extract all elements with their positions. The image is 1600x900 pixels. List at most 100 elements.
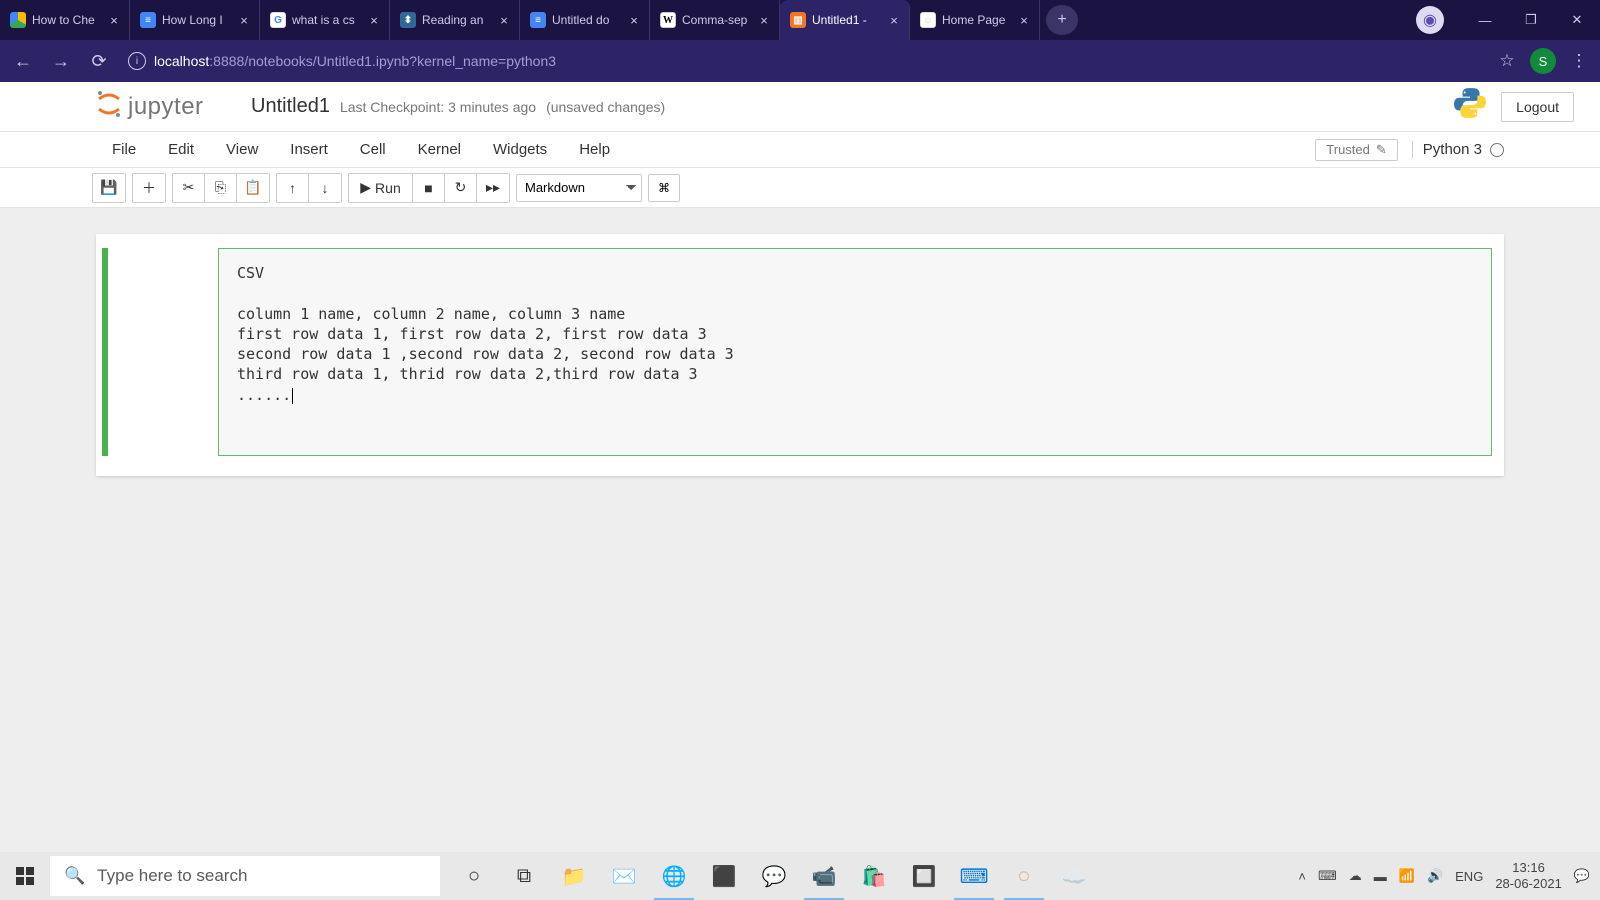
wifi-icon[interactable]: 📶 bbox=[1399, 868, 1415, 884]
jupyter-app-icon[interactable]: ◌ bbox=[1000, 852, 1048, 900]
back-button[interactable]: ← bbox=[6, 44, 40, 78]
close-icon[interactable]: × bbox=[497, 13, 511, 27]
tab-docs-1[interactable]: ≡ How Long I × bbox=[130, 0, 260, 40]
whatsapp-icon[interactable]: 💬 bbox=[750, 852, 798, 900]
tray-chevron-icon[interactable]: ˄ bbox=[1298, 869, 1306, 884]
save-button[interactable]: 💾 bbox=[93, 174, 125, 202]
tab-label: Untitled1 - bbox=[812, 13, 881, 27]
bookmark-star-icon[interactable]: ☆ bbox=[1492, 46, 1522, 76]
kernel-indicator[interactable]: Python 3 bbox=[1412, 141, 1504, 158]
taskbar-search[interactable]: 🔍 Type here to search bbox=[50, 856, 440, 896]
interrupt-button[interactable]: ■ bbox=[413, 174, 445, 202]
tab-jupyter-notebook[interactable]: ▥ Untitled1 - × bbox=[780, 0, 910, 40]
forward-button[interactable]: → bbox=[44, 44, 78, 78]
cortana-icon[interactable]: ○ bbox=[450, 852, 498, 900]
start-button[interactable] bbox=[0, 852, 50, 900]
weather-icon[interactable]: ☁️ bbox=[1050, 852, 1098, 900]
task-view-icon[interactable]: ⧉ bbox=[500, 852, 548, 900]
tab-jupyter-home[interactable]: ◌ Home Page × bbox=[910, 0, 1040, 40]
python-logo-icon bbox=[1453, 86, 1487, 127]
volume-icon[interactable]: 🔊 bbox=[1427, 868, 1443, 884]
system-tray: ˄ ⌨ ☁ ▬ 📶 🔊 ENG 13:16 28-06-2021 💬 bbox=[1298, 860, 1600, 891]
cell-editor[interactable]: CSV column 1 name, column 2 name, column… bbox=[218, 248, 1492, 456]
maximize-button[interactable]: ❐ bbox=[1508, 0, 1554, 40]
close-icon[interactable]: × bbox=[367, 13, 381, 27]
browser-menu-icon[interactable]: ⋮ bbox=[1564, 46, 1594, 76]
menu-file[interactable]: File bbox=[96, 132, 152, 168]
tab-label: Reading an bbox=[422, 13, 491, 27]
vscode-icon[interactable]: ⌨ bbox=[950, 852, 998, 900]
move-up-button[interactable]: ↑ bbox=[277, 174, 309, 202]
notifications-icon[interactable]: 💬 bbox=[1574, 868, 1590, 884]
tab-google[interactable]: G what is a cs × bbox=[260, 0, 390, 40]
jupyter-menubar: File Edit View Insert Cell Kernel Widget… bbox=[0, 132, 1600, 168]
text-cursor bbox=[292, 388, 293, 404]
command-palette-button[interactable]: ⌘ bbox=[648, 174, 680, 202]
site-info-icon[interactable]: i bbox=[128, 52, 146, 70]
checkpoint-text: Last Checkpoint: 3 minutes ago bbox=[340, 99, 536, 115]
run-button[interactable]: ▶ Run bbox=[349, 174, 413, 202]
cell-type-select[interactable]: Markdown bbox=[516, 174, 642, 202]
clock[interactable]: 13:16 28-06-2021 bbox=[1495, 860, 1562, 891]
jupyter-logo[interactable]: jupyter bbox=[96, 89, 204, 125]
menu-view[interactable]: View bbox=[210, 132, 274, 168]
language-indicator[interactable]: ENG bbox=[1455, 869, 1483, 884]
notebook-title[interactable]: Untitled1 bbox=[251, 95, 330, 118]
menu-widgets[interactable]: Widgets bbox=[477, 132, 563, 168]
tab-wikipedia[interactable]: W Comma-sep × bbox=[650, 0, 780, 40]
close-icon[interactable]: × bbox=[757, 13, 771, 27]
copy-button[interactable]: ⎘ bbox=[205, 174, 237, 202]
tab-docs-2[interactable]: ≡ Untitled do × bbox=[520, 0, 650, 40]
new-tab-button[interactable]: + bbox=[1046, 5, 1078, 35]
reload-button[interactable]: ⟳ bbox=[82, 44, 116, 78]
file-explorer-icon[interactable]: 📁 bbox=[550, 852, 598, 900]
menu-cell[interactable]: Cell bbox=[344, 132, 402, 168]
menu-insert[interactable]: Insert bbox=[274, 132, 344, 168]
account-avatar-icon[interactable]: ◉ bbox=[1416, 6, 1444, 34]
jupyter-home-icon: ◌ bbox=[920, 12, 936, 28]
tab-drive[interactable]: How to Che × bbox=[0, 0, 130, 40]
close-icon[interactable]: × bbox=[107, 13, 121, 27]
battery-icon[interactable]: ▬ bbox=[1374, 869, 1387, 884]
zoom-icon[interactable]: 📹 bbox=[800, 852, 848, 900]
onedrive-icon[interactable]: ☁ bbox=[1349, 868, 1362, 884]
close-icon[interactable]: × bbox=[627, 13, 641, 27]
kernel-status-icon bbox=[1490, 143, 1504, 157]
pencil-icon: ✎ bbox=[1376, 142, 1387, 158]
cut-button[interactable]: ✂ bbox=[173, 174, 205, 202]
acrobat-icon[interactable]: ⬛ bbox=[700, 852, 748, 900]
keyboard-icon[interactable]: ⌨ bbox=[1318, 868, 1337, 884]
add-cell-button[interactable]: ＋ bbox=[133, 174, 165, 202]
notebook-area: CSV column 1 name, column 2 name, column… bbox=[0, 208, 1600, 852]
mail-icon[interactable]: ✉️ bbox=[600, 852, 648, 900]
tab-python[interactable]: ⬍ Reading an × bbox=[390, 0, 520, 40]
close-icon[interactable]: × bbox=[237, 13, 251, 27]
search-icon: 🔍 bbox=[64, 866, 85, 886]
trusted-indicator[interactable]: Trusted ✎ bbox=[1315, 139, 1398, 161]
menu-help[interactable]: Help bbox=[563, 132, 626, 168]
clock-date: 28-06-2021 bbox=[1495, 876, 1562, 892]
minimize-button[interactable]: — bbox=[1462, 0, 1508, 40]
notebook-cell[interactable]: CSV column 1 name, column 2 name, column… bbox=[102, 248, 1498, 456]
url-input[interactable]: i localhost:8888/notebooks/Untitled1.ipy… bbox=[120, 46, 1478, 76]
logout-button[interactable]: Logout bbox=[1501, 92, 1574, 122]
wikipedia-icon: W bbox=[660, 12, 676, 28]
restart-run-all-button[interactable]: ▸▸ bbox=[477, 174, 509, 202]
close-icon[interactable]: × bbox=[887, 13, 901, 27]
jupyter-icon: ▥ bbox=[790, 12, 806, 28]
jupyter-brand-text: jupyter bbox=[128, 93, 204, 121]
jupyter-mark-icon bbox=[96, 89, 122, 125]
restart-button[interactable]: ↻ bbox=[445, 174, 477, 202]
notebook-container: CSV column 1 name, column 2 name, column… bbox=[96, 234, 1504, 476]
app-icon[interactable]: 🔲 bbox=[900, 852, 948, 900]
move-down-button[interactable]: ↓ bbox=[309, 174, 341, 202]
close-icon[interactable]: × bbox=[1017, 13, 1031, 27]
profile-button[interactable]: S bbox=[1530, 48, 1556, 74]
paste-button[interactable]: 📋 bbox=[237, 174, 269, 202]
menu-edit[interactable]: Edit bbox=[152, 132, 210, 168]
kernel-label: Python 3 bbox=[1423, 141, 1482, 158]
close-window-button[interactable]: ✕ bbox=[1554, 0, 1600, 40]
menu-kernel[interactable]: Kernel bbox=[402, 132, 477, 168]
ms-store-icon[interactable]: 🛍️ bbox=[850, 852, 898, 900]
chrome-icon[interactable]: 🌐 bbox=[650, 852, 698, 900]
